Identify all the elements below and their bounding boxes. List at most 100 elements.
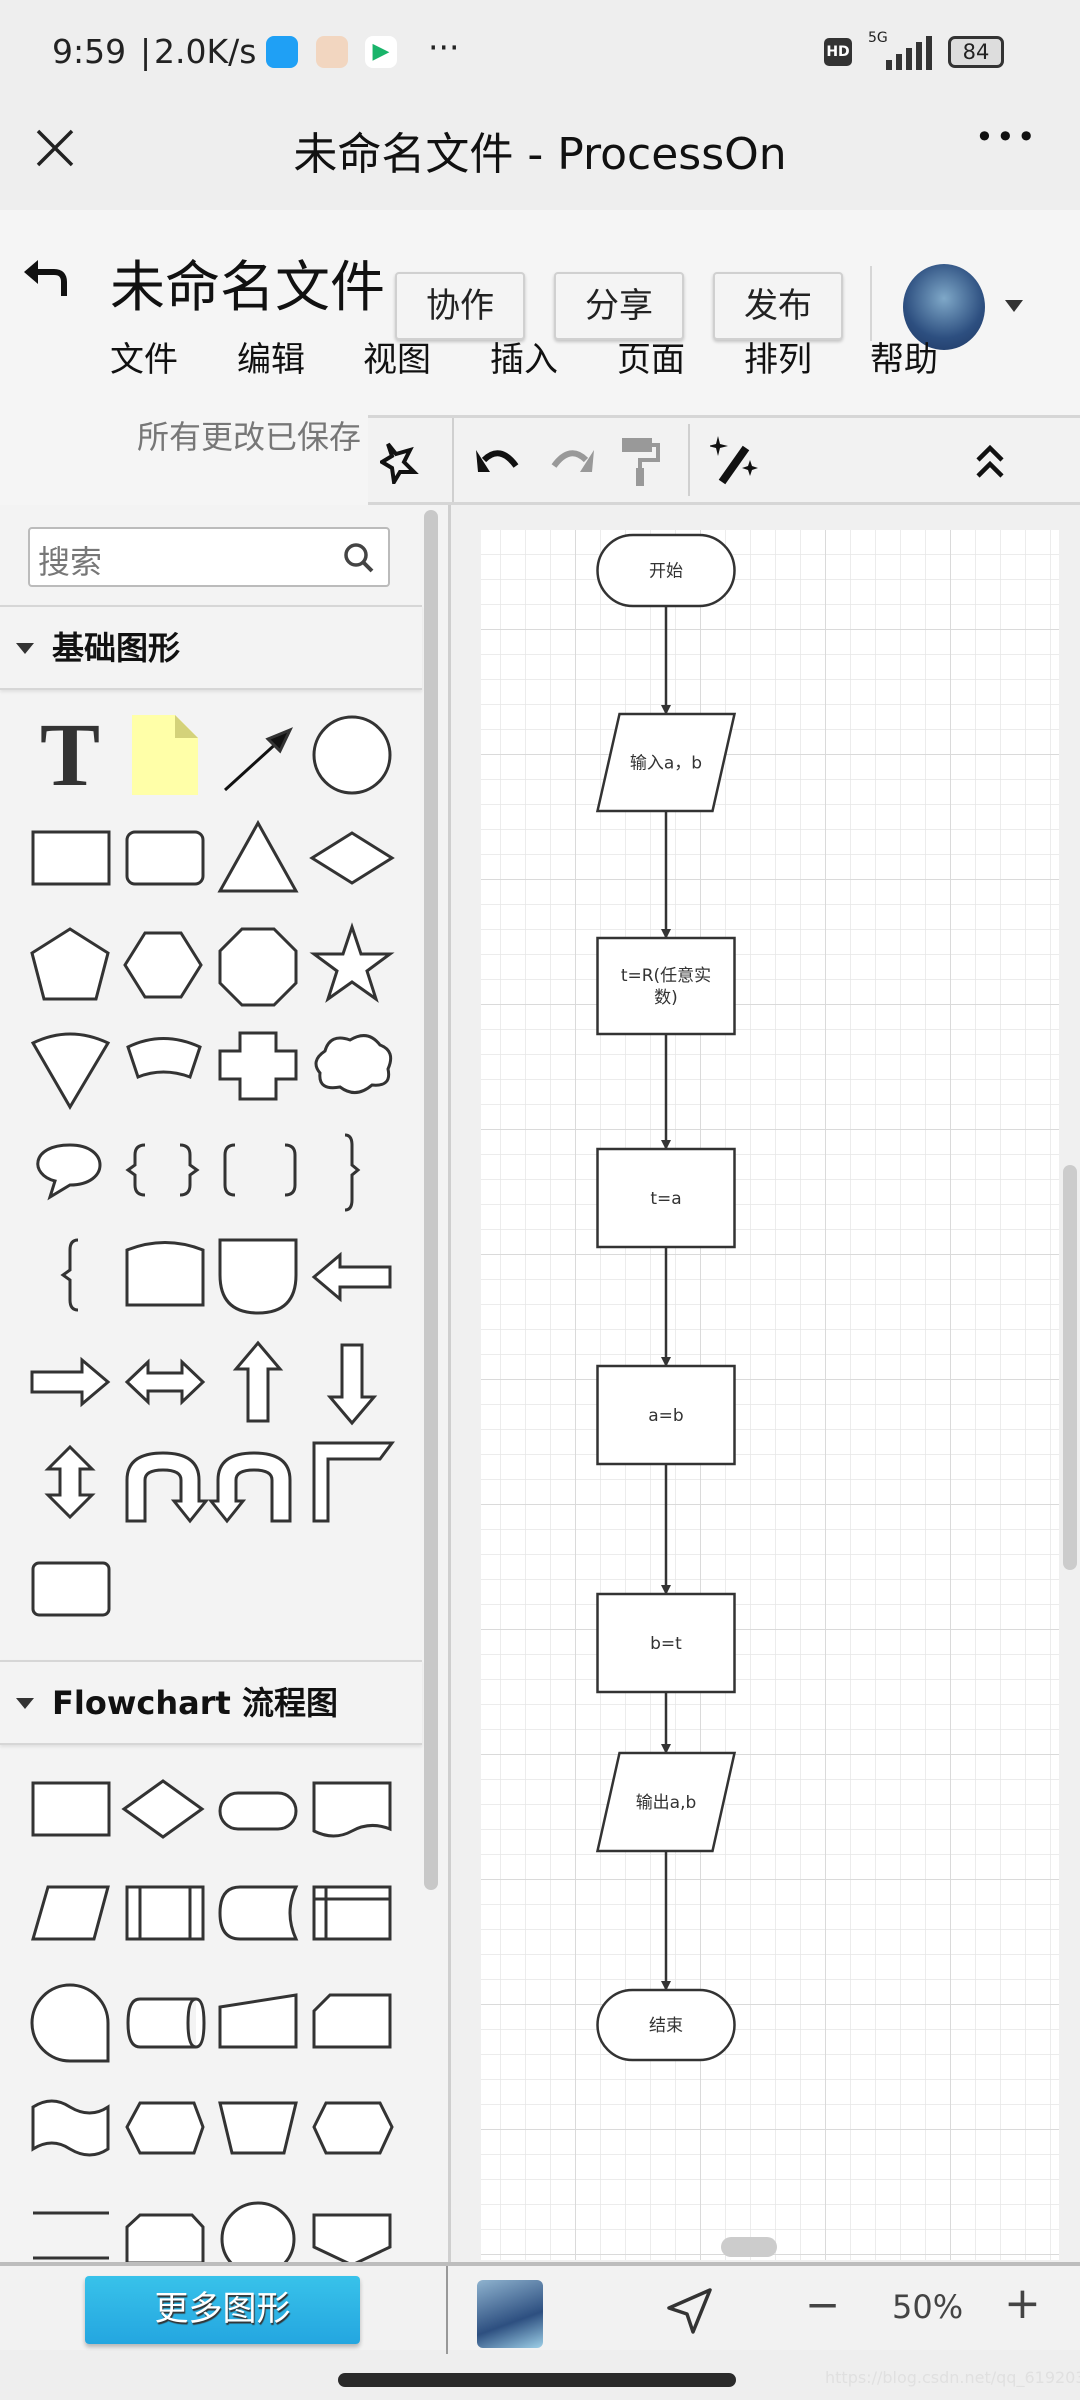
- menu-arrange[interactable]: 排列: [744, 332, 812, 381]
- magic-wand-icon[interactable]: [710, 434, 760, 490]
- triangle-shape[interactable]: [217, 819, 299, 893]
- u-turn-arrow-left-shape[interactable]: [207, 1451, 292, 1524]
- star-shape[interactable]: [309, 922, 395, 1003]
- display-shape[interactable]: [125, 2101, 205, 2155]
- flowchart-node-label: t=R(任意实: [621, 966, 711, 986]
- document-shape[interactable]: [312, 1781, 392, 1838]
- menu-insert[interactable]: 插入: [490, 332, 558, 381]
- up-down-arrow-shape[interactable]: [44, 1444, 96, 1520]
- rounded-rect-small-shape[interactable]: [31, 1561, 111, 1617]
- text-shape[interactable]: T: [40, 706, 100, 805]
- menu-page[interactable]: 页面: [617, 332, 685, 381]
- collaborate-button[interactable]: 协作: [395, 272, 525, 340]
- watermark: https://blog.csdn.net/qq_61920354: [825, 2368, 1080, 2387]
- zoom-in-button[interactable]: +: [1004, 2278, 1041, 2329]
- brackets-shape[interactable]: [223, 1143, 297, 1197]
- manual-operation-shape[interactable]: [218, 2101, 298, 2155]
- menu-edit[interactable]: 编辑: [237, 332, 305, 381]
- arrow-line-shape[interactable]: [223, 727, 294, 792]
- canvas-grid: [481, 530, 1059, 2260]
- share-button[interactable]: 分享: [554, 272, 684, 340]
- left-arrow-shape[interactable]: [311, 1251, 392, 1303]
- internal-storage-shape[interactable]: [312, 1885, 392, 1941]
- decision-shape[interactable]: [121, 1779, 205, 1839]
- flowchart-node-process[interactable]: [596, 936, 736, 1036]
- flowchart-shapes-grid: [30, 1779, 394, 2262]
- home-indicator[interactable]: [338, 2373, 736, 2387]
- diagram-canvas[interactable]: 开始 输入a，b t=R(任意实 数) t=a a=b b=t 输出a,b 结束: [448, 505, 1080, 2262]
- section-basic-shapes[interactable]: 基础图形: [0, 605, 422, 690]
- braces-shape[interactable]: [125, 1143, 200, 1197]
- connector-shape[interactable]: [220, 2201, 296, 2262]
- collapse-triangle-icon: [16, 643, 34, 654]
- navigate-icon[interactable]: [665, 2286, 715, 2336]
- more-menu-button[interactable]: •••: [975, 118, 1038, 156]
- sidebar-scrollbar[interactable]: [424, 510, 438, 1890]
- toolbar-divider: [452, 418, 454, 502]
- annotation-lines-shape[interactable]: [33, 2211, 109, 2260]
- document-title[interactable]: 未命名文件: [110, 242, 385, 322]
- diamond-shape[interactable]: [309, 831, 395, 885]
- terminator-shape[interactable]: [218, 1791, 298, 1831]
- back-arrow-icon[interactable]: [24, 258, 68, 298]
- zoom-out-button[interactable]: −: [805, 2280, 840, 2329]
- right-arrow-shape[interactable]: [30, 1356, 111, 1408]
- sector-shape[interactable]: [126, 1037, 202, 1079]
- rectangle-shape[interactable]: [31, 830, 111, 886]
- circle-shape[interactable]: [312, 715, 392, 795]
- inverted-triangle-shape[interactable]: [30, 1032, 111, 1110]
- corner-shape[interactable]: [312, 1441, 395, 1523]
- header-divider: [870, 266, 872, 341]
- octagon-shape[interactable]: [218, 927, 298, 1007]
- left-right-arrow-shape[interactable]: [124, 1358, 206, 1406]
- style-icon[interactable]: [380, 440, 420, 484]
- pentagon-shape[interactable]: [30, 927, 110, 1001]
- undo-icon[interactable]: [476, 442, 520, 478]
- hd-icon: HD: [824, 38, 852, 66]
- u-turn-arrow-shape[interactable]: [125, 1451, 210, 1524]
- preparation-shape[interactable]: [312, 2101, 394, 2155]
- flowchart-node-label: t=a: [650, 1189, 681, 1209]
- right-brace-shape[interactable]: [344, 1133, 361, 1212]
- delay-shape[interactable]: [125, 1241, 205, 1307]
- format-painter-icon[interactable]: [620, 436, 660, 488]
- search-icon[interactable]: [342, 541, 376, 575]
- sequential-data-shape[interactable]: [30, 1983, 110, 2063]
- cross-shape[interactable]: [218, 1031, 298, 1101]
- avatar-dropdown-icon[interactable]: [1005, 300, 1023, 312]
- cloud-shape[interactable]: [314, 1034, 393, 1094]
- publish-button[interactable]: 发布: [713, 272, 843, 340]
- canvas-horizontal-scrollbar[interactable]: [721, 2237, 777, 2257]
- collapse-up-icon[interactable]: [974, 440, 1006, 482]
- left-brace-shape[interactable]: [60, 1238, 79, 1312]
- menu-file[interactable]: 文件: [110, 332, 178, 381]
- save-status: 所有更改已保存: [137, 418, 362, 456]
- speech-bubble-shape[interactable]: [36, 1143, 102, 1201]
- down-arrow-shape[interactable]: [326, 1343, 378, 1426]
- data-shape[interactable]: [31, 1885, 110, 1941]
- card-shape[interactable]: [312, 1993, 392, 2049]
- status-bar: 9:59 | 2.0K/s ▶ ··· HD 5G 84: [0, 0, 1080, 110]
- shape-search-input[interactable]: 搜索: [28, 527, 390, 587]
- note-shape[interactable]: [132, 715, 198, 795]
- menu-help[interactable]: 帮助: [870, 332, 938, 381]
- punched-tape-shape[interactable]: [31, 2099, 110, 2157]
- canvas-vertical-scrollbar[interactable]: [1063, 1165, 1077, 1570]
- up-arrow-shape[interactable]: [232, 1340, 284, 1423]
- page-thumbnail[interactable]: [477, 2280, 543, 2348]
- menu-view[interactable]: 视图: [363, 332, 431, 381]
- hexagon-shape[interactable]: [123, 931, 203, 999]
- direct-data-shape[interactable]: [126, 1997, 206, 2049]
- stored-data-shape[interactable]: [218, 1885, 299, 1941]
- toolbar-divider: [688, 424, 690, 496]
- off-page-shape[interactable]: [125, 2213, 205, 2262]
- manual-input-shape[interactable]: [218, 1993, 298, 2049]
- predefined-process-shape[interactable]: [125, 1885, 205, 1941]
- tear-shape[interactable]: [218, 1238, 298, 1315]
- off-page-connector-shape[interactable]: [312, 2213, 392, 2262]
- rounded-rectangle-shape[interactable]: [125, 830, 205, 886]
- process-shape[interactable]: [31, 1781, 111, 1837]
- section-flowchart[interactable]: Flowchart 流程图: [0, 1660, 422, 1745]
- redo-icon[interactable]: [550, 442, 594, 478]
- more-shapes-button[interactable]: 更多图形: [85, 2276, 360, 2344]
